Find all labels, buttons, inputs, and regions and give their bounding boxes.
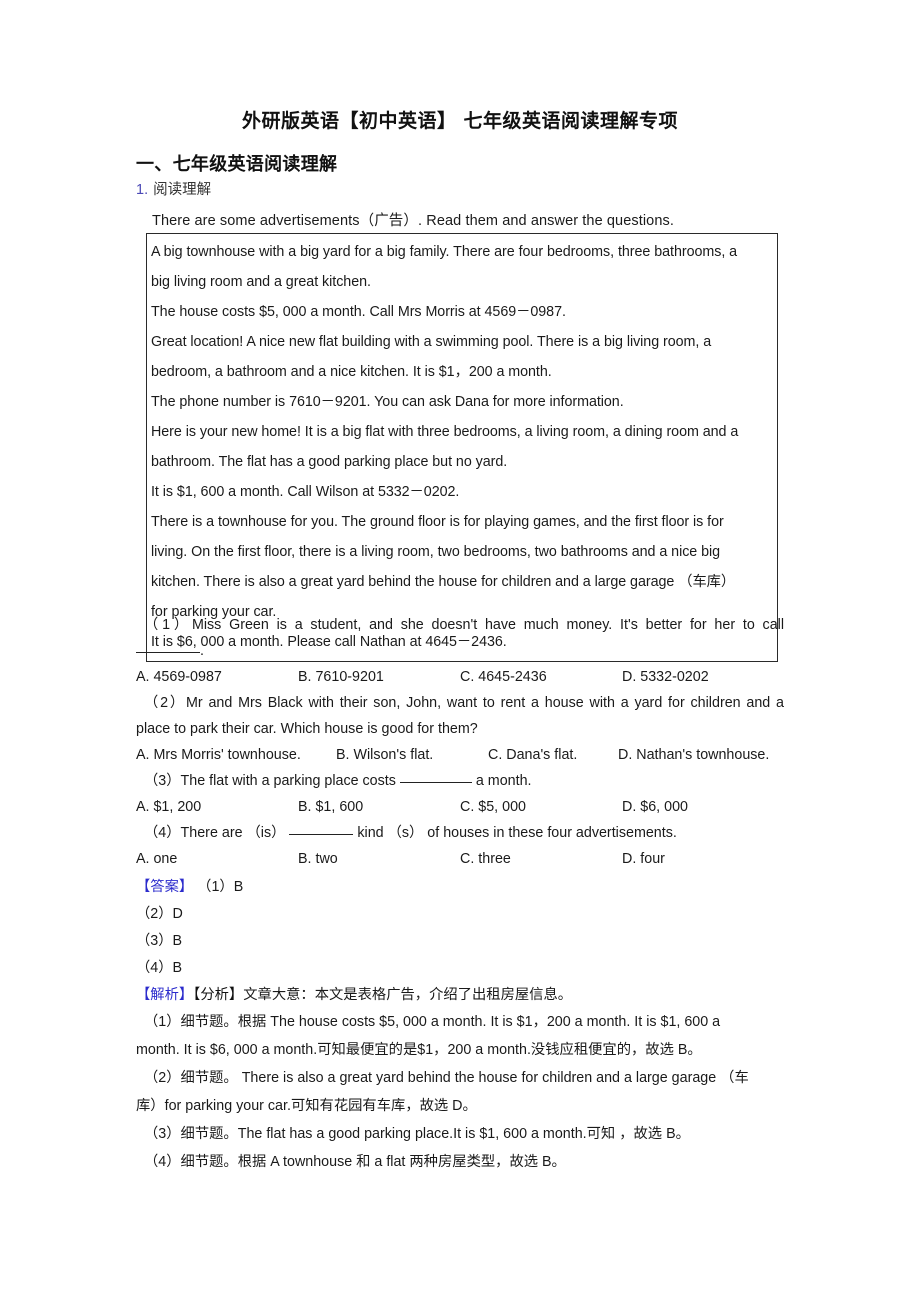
ad-line: The phone number is 7610－9201. You can a… <box>151 394 624 410</box>
ad-line: It is $1, 600 a month. Call Wilson at 53… <box>151 484 460 500</box>
ad-line: The house costs $5, 000 a month. Call Mr… <box>151 304 566 320</box>
section-heading: 一、七年级英语阅读理解 <box>136 154 338 175</box>
answer-blank[interactable] <box>399 782 472 783</box>
analysis-item-2-line2: 库）for parking your car.可知有花园有车库，故选 D。 <box>136 1098 477 1114</box>
answer-tag: 【答案】 <box>136 879 194 895</box>
analysis-item-1-line2: month. It is $6, 000 a month.可知最便宜的是$1，2… <box>136 1042 702 1058</box>
answer-blank[interactable] <box>289 834 354 835</box>
ad-line: bedroom, a bathroom and a nice kitchen. … <box>151 364 552 380</box>
exercise-label: 阅读理解 <box>153 182 212 198</box>
questions-list: （1）Miss Green is a student, and she does… <box>136 612 784 872</box>
answer-key-block: 【答案】 （1）B （2）D （3）B （4）B 【解析】【分析】文章大意：本文… <box>136 874 786 1009</box>
answer-value: （1）B <box>197 879 244 895</box>
analysis-item-3-line1: （3）细节题。The flat has a good parking place… <box>144 1126 690 1142</box>
analysis-details: （1）细节题。根据 The house costs $5, 000 a mont… <box>136 1008 786 1176</box>
ad-line: kitchen. There is also a great yard behi… <box>151 574 736 590</box>
option-c[interactable]: C. $5, 000 <box>460 794 622 820</box>
question-4: （4）There are （is） kind （s） of houses in … <box>136 820 784 872</box>
option-b[interactable]: B. $1, 600 <box>298 794 460 820</box>
question-4-options: A. one B. two C. three D. four <box>136 846 784 872</box>
option-b[interactable]: B. two <box>298 846 460 872</box>
question-2-options: A. Mrs Morris' townhouse. B. Wilson's fl… <box>136 742 784 768</box>
question-3: （3）The flat with a parking place costs a… <box>136 768 784 820</box>
ad-line: big living room and a great kitchen. <box>151 274 371 290</box>
explanation-tag: 【解析】 <box>136 987 194 1003</box>
question-3-stem: （3）The flat with a parking place costs a… <box>144 773 532 789</box>
ad-line: A big townhouse with a big yard for a bi… <box>151 244 738 260</box>
analysis-item-1-line1: （1）细节题。根据 The house costs $5, 000 a mont… <box>144 1014 721 1030</box>
page-title: 外研版英语【初中英语】 七年级英语阅读理解专项 <box>241 110 679 132</box>
option-a[interactable]: A. 4569-0987 <box>136 664 298 690</box>
ad-line: Here is your new home! It is a big flat … <box>151 424 739 440</box>
answer-line: （3）B <box>136 933 183 949</box>
answer-line: 【答案】 （1）B <box>136 874 786 901</box>
answer-line: （2）D <box>136 906 183 922</box>
option-b[interactable]: B. Wilson's flat. <box>336 742 488 768</box>
option-d[interactable]: D. four <box>622 846 784 872</box>
option-d[interactable]: D. Nathan's townhouse. <box>618 742 769 768</box>
question-4-stem: （4）There are （is） kind （s） of houses in … <box>144 825 677 841</box>
exercise-number: 1. <box>136 182 149 198</box>
analysis-item-2-line1: （2）细节题。 There is also a great yard behin… <box>144 1070 749 1086</box>
question-3-options: A. $1, 200 B. $1, 600 C. $5, 000 D. $6, … <box>136 794 784 820</box>
option-d[interactable]: D. $6, 000 <box>622 794 784 820</box>
ad-line: living. On the first floor, there is a l… <box>151 544 721 560</box>
question-1-stem: （1）Miss Green is a student, and she does… <box>144 617 784 633</box>
option-d[interactable]: D. 5332-0202 <box>622 664 784 690</box>
answer-blank[interactable] <box>136 652 200 653</box>
intro-instruction: There are some advertisements（广告）. Read … <box>152 213 674 229</box>
analysis-summary-line: 【解析】【分析】文章大意：本文是表格广告，介绍了出租房屋信息。 <box>136 982 786 1009</box>
document-page: 外研版英语【初中英语】 七年级英语阅读理解专项 一、七年级英语阅读理解 1. 阅读… <box>0 0 920 1302</box>
option-a[interactable]: A. $1, 200 <box>136 794 298 820</box>
question-2: （2）Mr and Mrs Black with their son, John… <box>136 690 784 768</box>
ad-line: There is a townhouse for you. The ground… <box>151 514 724 530</box>
question-1-blank-line: . <box>136 638 784 664</box>
analysis-summary: 文章大意：本文是表格广告，介绍了出租房屋信息。 <box>243 987 573 1003</box>
answer-line: （4）B <box>136 960 183 976</box>
option-b[interactable]: B. 7610-9201 <box>298 664 460 690</box>
option-c[interactable]: C. 4645-2436 <box>460 664 622 690</box>
question-1: （1）Miss Green is a student, and she does… <box>136 612 784 690</box>
exercise-number-line: 1. 阅读理解 <box>136 178 211 199</box>
option-a[interactable]: A. one <box>136 846 298 872</box>
analysis-item-4-line1: （4）细节题。根据 A townhouse 和 a flat 两种房屋类型，故选… <box>144 1154 566 1170</box>
option-a[interactable]: A. Mrs Morris' townhouse. <box>136 742 336 768</box>
ad-line: Great location! A nice new flat building… <box>151 334 712 350</box>
option-c[interactable]: C. three <box>460 846 622 872</box>
advertisement-box: A big townhouse with a big yard for a bi… <box>146 233 778 662</box>
analysis-tag: 【分析】 <box>193 987 244 1003</box>
question-2-stem-line1: （2）Mr and Mrs Black with their son, John… <box>144 695 784 711</box>
question-2-stem-line2: place to park their car. Which house is … <box>136 721 478 737</box>
ad-line: bathroom. The flat has a good parking pl… <box>151 454 508 470</box>
option-c[interactable]: C. Dana's flat. <box>488 742 618 768</box>
question-1-options: A. 4569-0987 B. 7610-9201 C. 4645-2436 D… <box>136 664 784 690</box>
